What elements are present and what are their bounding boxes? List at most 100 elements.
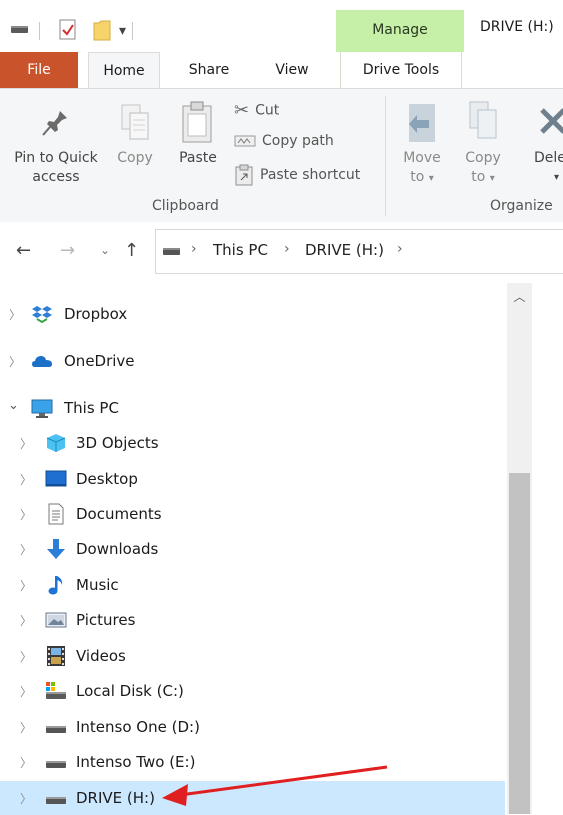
paste-shortcut-button[interactable]: Paste shortcut	[234, 164, 360, 186]
back-arrow-icon[interactable]: ←	[16, 240, 31, 261]
downloads-folder-icon	[47, 539, 65, 559]
copy-path-icon	[234, 135, 256, 147]
drive-icon	[46, 797, 66, 804]
nav-item-local-disk-c[interactable]: 〉 Local Disk (C:)	[0, 674, 505, 708]
chevron-right-icon[interactable]: 〉	[20, 577, 32, 594]
nav-item-label: Videos	[76, 647, 126, 665]
copy-to-button[interactable]: Copy to ▾	[456, 96, 510, 196]
toolbar-divider	[132, 22, 133, 40]
properties-icon[interactable]	[58, 18, 78, 42]
nav-item-intenso-one-d[interactable]: 〉 Intenso One (D:)	[0, 710, 505, 744]
organize-group-label: Organize	[490, 198, 553, 214]
drive-icon	[46, 726, 66, 733]
chevron-right-icon[interactable]: 〉	[20, 754, 32, 771]
file-list-pane[interactable]	[534, 283, 563, 814]
copy-to-label: Copy to ▾	[465, 150, 501, 185]
drive-icon	[46, 761, 66, 768]
nav-item-downloads[interactable]: 〉 Downloads	[0, 532, 505, 566]
forward-arrow-icon[interactable]: →	[60, 240, 75, 261]
up-arrow-icon[interactable]: ↑	[124, 240, 139, 261]
tab-view[interactable]: View	[262, 52, 322, 88]
nav-item-pictures[interactable]: 〉 Pictures	[0, 603, 505, 637]
ribbon-group-divider	[385, 96, 386, 216]
chevron-right-icon[interactable]: 〉	[20, 790, 32, 807]
copy-label: Copy	[117, 150, 153, 166]
pin-to-quick-access-button[interactable]: Pin to Quick access	[0, 96, 112, 196]
tab-share[interactable]: Share	[176, 52, 242, 88]
nav-item-label: This PC	[64, 399, 119, 417]
pictures-folder-icon	[45, 612, 67, 628]
paste-shortcut-icon	[235, 164, 253, 186]
nav-item-documents[interactable]: 〉 Documents	[0, 497, 505, 531]
toolbar-divider	[39, 22, 40, 40]
nav-item-onedrive[interactable]: 〉 OneDrive	[0, 344, 505, 378]
pin-icon	[42, 111, 67, 136]
recent-locations-chevron-icon[interactable]: ⌄	[100, 243, 110, 257]
chevron-right-icon[interactable]: 〉	[20, 612, 32, 629]
chevron-right-icon[interactable]: 〉	[20, 683, 32, 700]
nav-item-label: 3D Objects	[76, 434, 159, 452]
nav-item-music[interactable]: 〉 Music	[0, 568, 505, 602]
nav-item-this-pc[interactable]: ⌄ This PC	[0, 391, 505, 425]
nav-item-label: Pictures	[76, 611, 136, 629]
paste-button[interactable]: Paste	[170, 96, 226, 196]
nav-item-videos[interactable]: 〉 Videos	[0, 639, 505, 673]
tab-drive-tools[interactable]: Drive Tools	[340, 52, 462, 88]
chevron-right-icon[interactable]: 〉	[20, 648, 32, 665]
copy-icon	[121, 104, 149, 140]
tab-home[interactable]: Home	[88, 52, 160, 88]
drive-icon	[163, 248, 180, 255]
chevron-right-icon[interactable]: 〉	[20, 506, 32, 523]
nav-item-label: Downloads	[76, 540, 159, 558]
nav-item-label: Local Disk (C:)	[76, 682, 184, 700]
pin-label: Pin to Quick access	[14, 150, 98, 185]
nav-item-label: DRIVE (H:)	[76, 789, 155, 807]
customize-dropdown-icon[interactable]: ▾	[119, 22, 126, 40]
title-bar	[0, 0, 563, 52]
delete-icon	[540, 108, 563, 134]
cut-label: Cut	[255, 102, 280, 119]
drive-icon[interactable]	[10, 22, 30, 36]
delete-button[interactable]: Dele ▾	[522, 96, 563, 196]
breadcrumb-separator[interactable]: ›	[397, 241, 403, 257]
scrollbar-thumb[interactable]	[509, 473, 530, 814]
nav-item-desktop[interactable]: 〉 Desktop	[0, 462, 505, 496]
chevron-down-icon[interactable]: ⌄	[8, 398, 19, 413]
manage-context-label: Manage	[372, 22, 428, 38]
chevron-right-icon[interactable]: 〉	[20, 471, 32, 488]
nav-item-dropbox[interactable]: 〉 Dropbox	[0, 297, 505, 331]
nav-item-label: Documents	[76, 505, 162, 523]
breadcrumb-separator[interactable]: ›	[191, 241, 197, 257]
clipboard-group-label: Clipboard	[152, 198, 219, 214]
3d-objects-icon	[46, 434, 66, 452]
dropbox-icon	[32, 306, 52, 324]
scroll-up-arrow-icon[interactable]: ︿	[507, 288, 532, 305]
copy-path-button[interactable]: Copy path	[234, 133, 334, 149]
nav-item-label: Music	[76, 576, 119, 594]
nav-item-label: Desktop	[76, 470, 138, 488]
dropdown-caret-icon: ▾	[428, 173, 434, 184]
paste-icon	[182, 101, 212, 143]
copy-path-label: Copy path	[262, 133, 334, 149]
move-to-button[interactable]: Move to ▾	[395, 96, 449, 196]
breadcrumb-drive-h[interactable]: DRIVE (H:)	[305, 241, 384, 259]
chevron-right-icon[interactable]: 〉	[9, 353, 21, 370]
annotation-arrow-icon	[162, 765, 388, 806]
breadcrumb-separator[interactable]: ›	[284, 241, 290, 257]
dropdown-caret-icon: ▾	[489, 173, 495, 184]
nav-item-3d-objects[interactable]: 〉 3D Objects	[0, 426, 505, 460]
chevron-right-icon[interactable]: 〉	[20, 435, 32, 452]
cut-button[interactable]: ✂ Cut	[234, 100, 279, 121]
nav-item-label: Dropbox	[64, 305, 128, 323]
new-folder-icon[interactable]	[93, 18, 111, 42]
desktop-folder-icon	[45, 470, 67, 487]
paste-label: Paste	[179, 150, 217, 166]
chevron-right-icon[interactable]: 〉	[20, 719, 32, 736]
chevron-right-icon[interactable]: 〉	[9, 306, 21, 323]
copy-button[interactable]: Copy	[112, 96, 158, 196]
move-to-icon	[409, 104, 435, 142]
tab-file[interactable]: File	[0, 52, 78, 88]
breadcrumb-this-pc[interactable]: This PC	[213, 241, 268, 259]
videos-folder-icon	[47, 646, 65, 666]
chevron-right-icon[interactable]: 〉	[20, 541, 32, 558]
